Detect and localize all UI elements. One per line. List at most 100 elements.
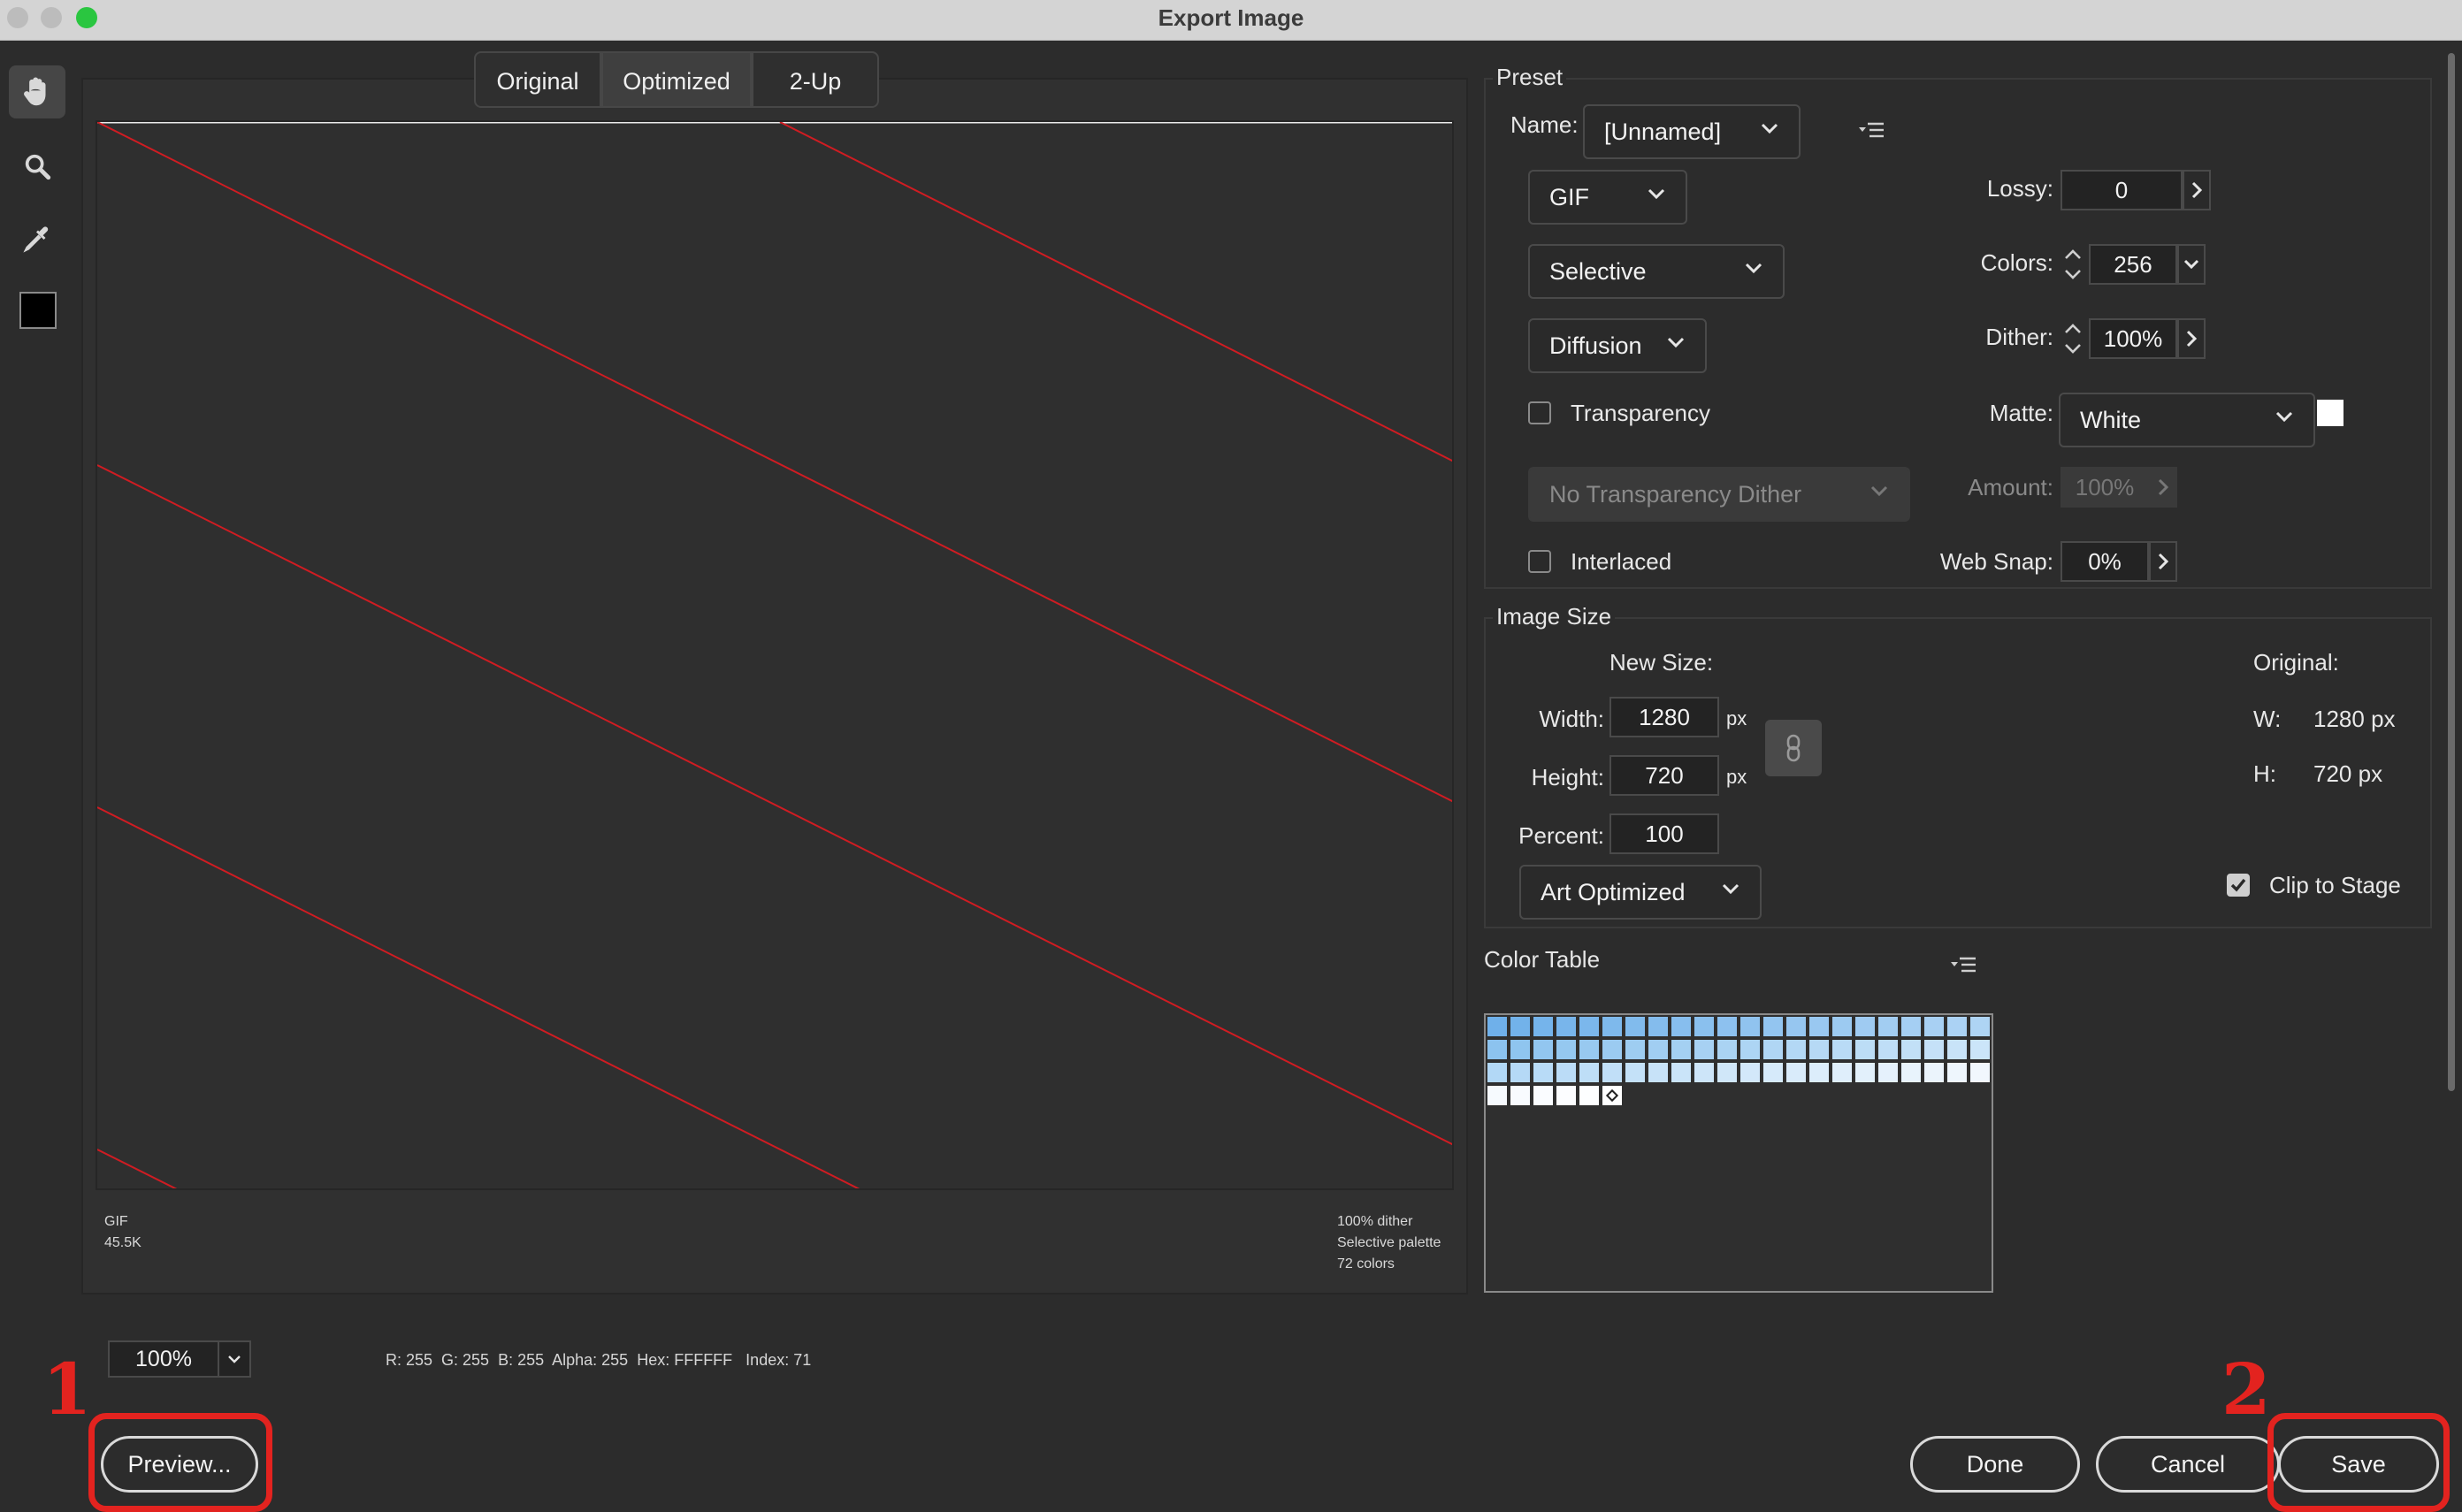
lossy-field[interactable]: 0: [2061, 170, 2183, 210]
color-swatch[interactable]: [1601, 1061, 1624, 1084]
color-swatch[interactable]: [1532, 1015, 1555, 1038]
color-swatch[interactable]: [1486, 1015, 1509, 1038]
color-swatch[interactable]: [1647, 1015, 1670, 1038]
color-swatch[interactable]: [1716, 1038, 1739, 1061]
color-swatch[interactable]: [1509, 1061, 1532, 1084]
color-swatch[interactable]: [1762, 1015, 1785, 1038]
color-swatch[interactable]: [1555, 1061, 1578, 1084]
color-swatch[interactable]: [1900, 1015, 1923, 1038]
color-swatch[interactable]: [1808, 1061, 1831, 1084]
cancel-button[interactable]: Cancel: [2096, 1436, 2280, 1493]
color-swatch[interactable]: [1762, 1061, 1785, 1084]
tab-2up[interactable]: 2-Up: [752, 51, 879, 108]
percent-field[interactable]: 100: [1609, 813, 1719, 854]
dither-stepper[interactable]: [2061, 318, 2085, 359]
preset-menu-icon[interactable]: [1857, 118, 1885, 148]
color-swatch[interactable]: [1578, 1015, 1601, 1038]
color-swatch[interactable]: [1624, 1061, 1647, 1084]
color-swatch[interactable]: [1532, 1061, 1555, 1084]
done-button[interactable]: Done: [1910, 1436, 2080, 1493]
amount-slider-button[interactable]: [2149, 467, 2177, 508]
preset-name-dropdown[interactable]: [Unnamed]: [1583, 104, 1801, 159]
color-table-menu-icon[interactable]: [1949, 953, 1977, 982]
color-swatch[interactable]: [1785, 1038, 1808, 1061]
preview-button[interactable]: Preview...: [101, 1436, 258, 1493]
color-swatch[interactable]: [1808, 1015, 1831, 1038]
resample-quality-dropdown[interactable]: Art Optimized: [1519, 865, 1762, 920]
color-swatch[interactable]: [1716, 1015, 1739, 1038]
tab-optimized[interactable]: Optimized: [601, 51, 752, 108]
color-swatch[interactable]: [1647, 1038, 1670, 1061]
zoom-tool[interactable]: [9, 140, 65, 193]
amount-field[interactable]: 100%: [2061, 467, 2149, 508]
width-field[interactable]: 1280: [1609, 697, 1719, 737]
color-table-grid[interactable]: [1484, 1013, 1993, 1293]
color-swatch[interactable]: [1739, 1015, 1762, 1038]
constrain-proportions-button[interactable]: [1765, 720, 1822, 776]
preview-canvas[interactable]: [96, 120, 1454, 1190]
color-swatch[interactable]: [1877, 1015, 1900, 1038]
color-swatch[interactable]: [1831, 1061, 1854, 1084]
color-swatch[interactable]: [1762, 1038, 1785, 1061]
hand-tool[interactable]: [9, 65, 65, 118]
web-snap-field[interactable]: 0%: [2061, 541, 2149, 582]
color-swatch[interactable]: [1532, 1038, 1555, 1061]
color-swatch[interactable]: [1900, 1061, 1923, 1084]
color-swatch[interactable]: [1601, 1015, 1624, 1038]
color-swatch[interactable]: [1946, 1015, 1969, 1038]
color-swatch[interactable]: [1486, 1061, 1509, 1084]
chevron-down-icon[interactable]: [218, 1342, 249, 1376]
transparency-dither-dropdown[interactable]: No Transparency Dither: [1528, 467, 1910, 522]
color-swatch[interactable]: [1578, 1038, 1601, 1061]
color-swatch[interactable]: [1923, 1061, 1946, 1084]
transparency-checkbox[interactable]: [1528, 401, 1551, 424]
color-swatch[interactable]: [1854, 1061, 1877, 1084]
color-swatch[interactable]: [1946, 1038, 1969, 1061]
color-swatch[interactable]: [1624, 1015, 1647, 1038]
color-swatch[interactable]: [1785, 1061, 1808, 1084]
color-swatch[interactable]: [1831, 1038, 1854, 1061]
color-swatch[interactable]: [1739, 1038, 1762, 1061]
matte-color-swatch[interactable]: [2317, 400, 2343, 426]
color-swatch[interactable]: [1785, 1015, 1808, 1038]
color-swatch[interactable]: [1900, 1038, 1923, 1061]
color-swatch-icon[interactable]: [19, 292, 57, 329]
color-swatch[interactable]: [1693, 1061, 1716, 1084]
color-swatch[interactable]: [1716, 1061, 1739, 1084]
colors-dropdown-button[interactable]: [2177, 244, 2206, 285]
color-swatch[interactable]: [1647, 1061, 1670, 1084]
colors-field[interactable]: 256: [2089, 244, 2177, 285]
color-swatch[interactable]: [1923, 1015, 1946, 1038]
color-swatch[interactable]: [1601, 1038, 1624, 1061]
color-swatch[interactable]: [1670, 1061, 1693, 1084]
color-swatch[interactable]: [1854, 1038, 1877, 1061]
lossy-slider-button[interactable]: [2183, 170, 2211, 210]
color-swatch[interactable]: [1509, 1038, 1532, 1061]
palette-dropdown[interactable]: Selective: [1528, 244, 1785, 299]
color-swatch[interactable]: [1854, 1015, 1877, 1038]
color-swatch[interactable]: [1555, 1038, 1578, 1061]
eyedropper-tool[interactable]: [9, 212, 65, 265]
color-swatch[interactable]: [1624, 1038, 1647, 1061]
color-swatch[interactable]: [1486, 1038, 1509, 1061]
panel-scrollbar[interactable]: [2448, 53, 2455, 1091]
format-dropdown[interactable]: GIF: [1528, 170, 1687, 225]
color-swatch[interactable]: [1486, 1084, 1509, 1107]
color-swatch[interactable]: [1578, 1061, 1601, 1084]
dither-algorithm-dropdown[interactable]: Diffusion: [1528, 318, 1707, 373]
matte-dropdown[interactable]: White: [2059, 393, 2315, 447]
interlaced-checkbox[interactable]: [1528, 550, 1551, 573]
color-swatch[interactable]: [1969, 1015, 1992, 1038]
color-swatch[interactable]: [1877, 1061, 1900, 1084]
clip-to-stage-checkbox[interactable]: [2227, 874, 2250, 897]
height-field[interactable]: 720: [1609, 755, 1719, 796]
color-swatch[interactable]: [1877, 1038, 1900, 1061]
color-swatch[interactable]: [1831, 1015, 1854, 1038]
color-swatch[interactable]: [1670, 1015, 1693, 1038]
color-swatch[interactable]: [1555, 1084, 1578, 1107]
color-swatch[interactable]: [1532, 1084, 1555, 1107]
color-swatch[interactable]: [1739, 1061, 1762, 1084]
dither-field[interactable]: 100%: [2089, 318, 2177, 359]
dither-slider-button[interactable]: [2177, 318, 2206, 359]
zoom-select[interactable]: 100%: [108, 1340, 251, 1378]
